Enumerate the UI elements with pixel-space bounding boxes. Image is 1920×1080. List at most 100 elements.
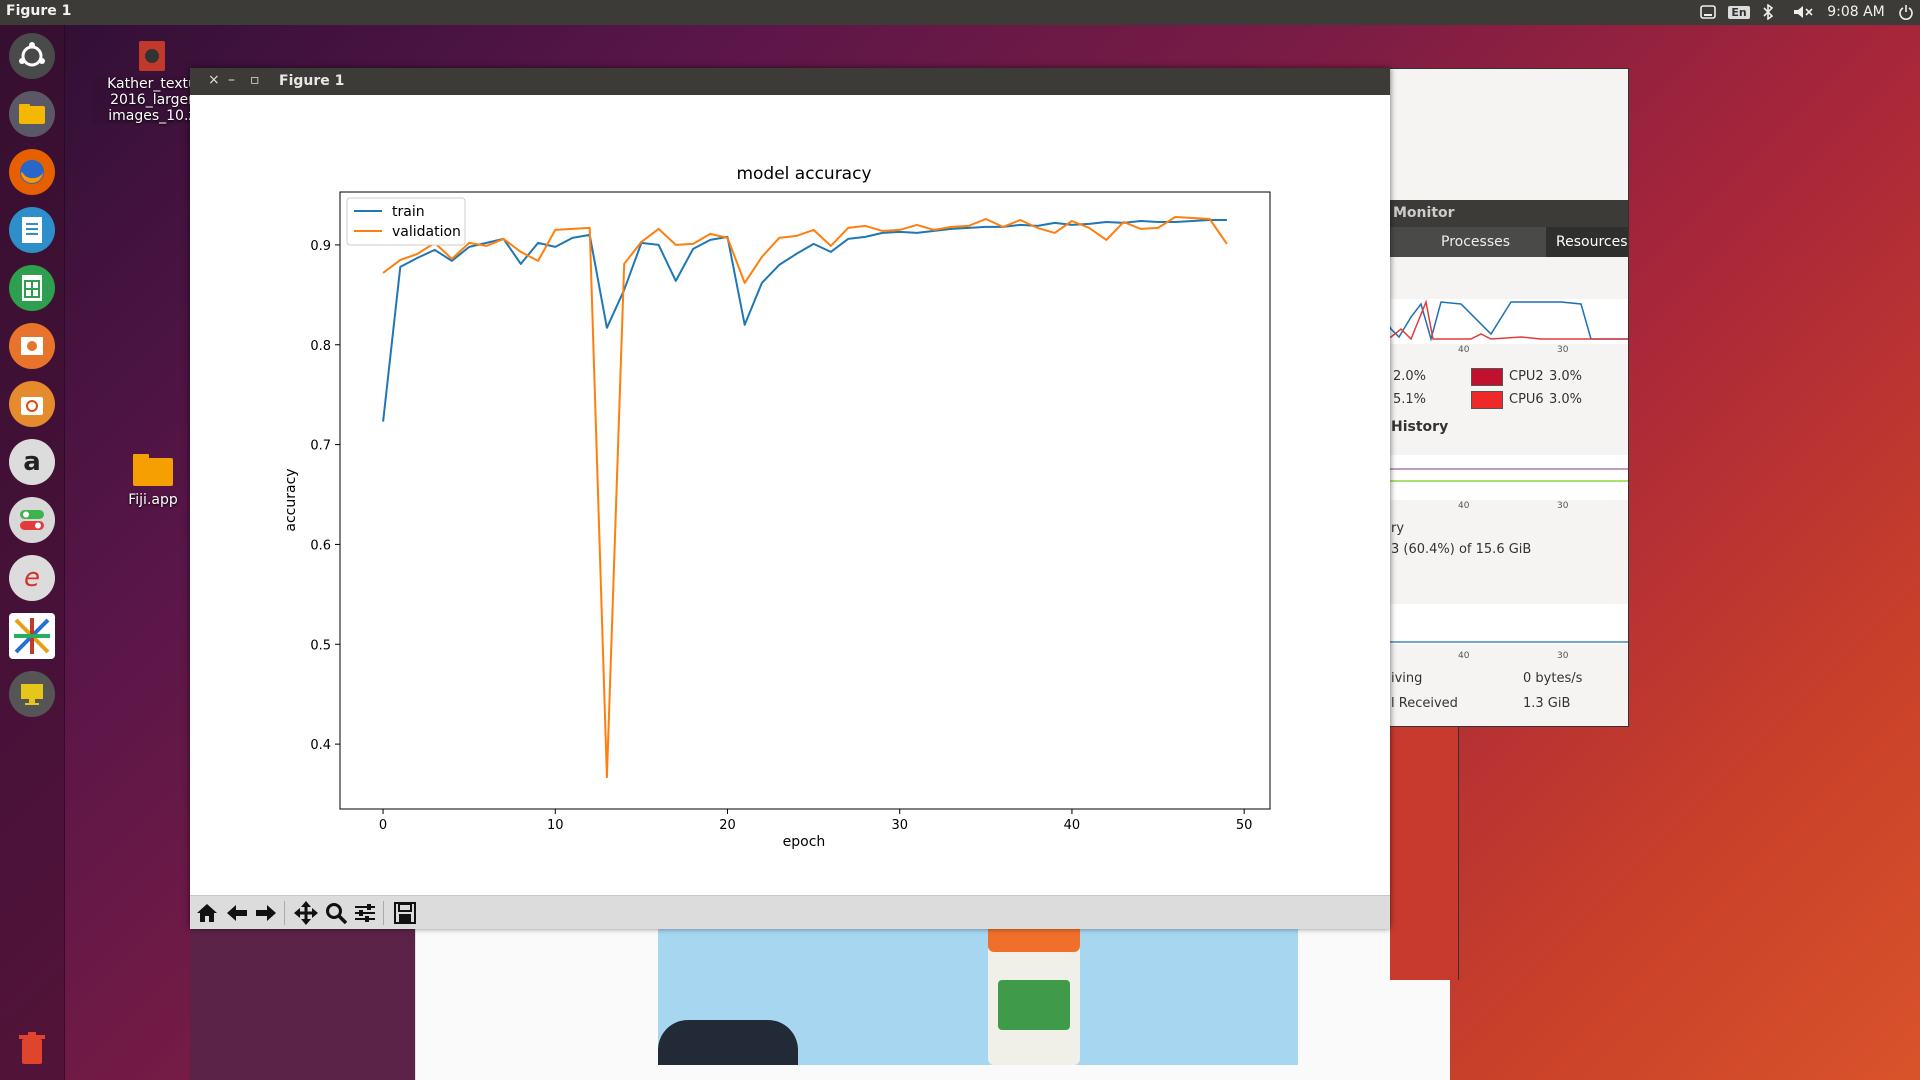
network-received-total: 1.3 GiB [1523,696,1571,711]
move-icon [294,901,318,925]
desktop-fiji-folder[interactable]: Fiji.app [118,452,188,508]
configure-subplots-button[interactable] [352,900,378,926]
system-monitor-tabs: Processes Resources [1371,227,1628,257]
cpu-usage-value: 2.0% [1393,369,1427,384]
forward-button[interactable] [253,900,279,926]
axis-tick: 40 [1458,345,1470,355]
floppy-disk-icon [394,902,416,924]
magnifier-icon [326,903,347,924]
zoom-button[interactable] [323,900,349,926]
chart-title: model accuracy [736,164,871,184]
save-button[interactable] [392,900,418,926]
history-section-label: History [1391,419,1449,435]
cpu-color-swatch[interactable] [1471,391,1503,409]
pan-button[interactable] [293,900,319,926]
x-tick-label: 20 [719,818,736,833]
memory-history-graph [1371,455,1628,500]
maximize-button[interactable]: ▫ [250,72,260,88]
y-tick-label: 0.6 [310,538,331,553]
axis-tick: 40 [1458,651,1470,661]
cpu-legend-value: 3.0% [1549,369,1583,384]
arrow-right-icon [256,905,276,921]
memory-label: ry [1391,521,1405,536]
files-icon[interactable] [9,91,55,137]
top-panel: Figure 1 En 9:08 AM [0,0,1920,25]
y-tick-label: 0.8 [310,339,331,354]
cpu-history-graph [1371,299,1628,344]
x-axis-ticks: 0 10 20 30 40 50 [379,809,1253,833]
background-window-strip [190,920,415,1080]
calc-icon[interactable] [9,265,55,311]
y-tick-label: 0.5 [310,638,331,653]
axis-tick: 30 [1557,651,1569,661]
y-tick-label: 0.4 [310,738,331,753]
minimize-button[interactable]: – [228,72,235,88]
desktop-icon-label: Fiji.app [128,492,178,508]
impress-icon[interactable] [9,323,55,369]
axis-tick: 30 [1557,501,1569,511]
signature-app-icon[interactable]: e [9,555,55,601]
figure-window[interactable]: × – ▫ Figure 1 model accuracy 0 10 20 30 40 5… [190,68,1390,929]
figure-titlebar[interactable]: × – ▫ Figure 1 [190,68,1390,95]
x-tick-label: 40 [1064,818,1081,833]
accuracy-chart[interactable]: model accuracy 0 10 20 30 40 50 0.40.50.60.70… [190,95,1390,895]
power-icon[interactable] [1896,2,1916,22]
network-receiving-value: 0 bytes/s [1523,671,1583,686]
writer-icon[interactable] [9,207,55,253]
keyboard-indicator-icon[interactable] [1698,2,1718,22]
y-axis-label: accuracy [283,468,299,531]
legend-label-validation: validation [392,224,461,240]
system-monitor-titlebar[interactable]: Monitor [1371,200,1628,227]
y-tick-label: 0.7 [310,439,331,454]
y-tick-label: 0.9 [310,239,331,254]
system-monitor-window[interactable]: Monitor Processes Resources 40 30 2.0% 5… [1370,68,1629,727]
trash-icon[interactable] [9,1025,55,1071]
toolbar-separator [383,901,384,925]
plot-area [339,191,1271,810]
cpu-usage-value: 5.1% [1393,392,1427,407]
folder-icon [133,454,173,486]
photo-preview [658,920,1298,1065]
back-button[interactable] [224,900,250,926]
x-tick-label: 0 [379,818,387,833]
tab-resources[interactable]: Resources [1546,227,1628,257]
archive-icon [139,41,165,71]
x-tick-label: 30 [891,818,908,833]
tab-processes[interactable]: Processes [1441,234,1510,250]
close-button[interactable]: × [208,72,220,88]
bluetooth-icon[interactable] [1760,2,1776,22]
x-tick-label: 10 [547,818,564,833]
network-label: l Received [1391,696,1458,711]
cpu-legend-name: CPU2 [1509,369,1544,384]
remote-desktop-icon[interactable] [9,671,55,717]
x-tick-label: 50 [1236,818,1253,833]
ubuntu-logo-icon[interactable] [9,33,55,79]
legend: train validation [346,197,466,246]
system-monitor-title: Monitor [1393,205,1455,221]
memory-usage-value: 3 (60.4%) of 15.6 GiB [1391,542,1532,557]
clock[interactable]: 9:08 AM [1826,2,1886,22]
toolbar-separator [284,901,285,925]
amazon-icon[interactable]: a [9,439,55,485]
settings-icon[interactable] [9,497,55,543]
keyboard-layout-indicator[interactable]: En [1728,2,1750,22]
figure-window-title: Figure 1 [279,73,345,89]
network-history-graph [1371,604,1628,644]
launcher: a e [0,25,65,1080]
y-axis-ticks: 0.4 0.5 0.6 0.7 0.8 0.9 [310,239,340,753]
firefox-icon[interactable] [9,149,55,195]
cpu-legend-value: 3.0% [1549,392,1583,407]
software-center-icon[interactable] [9,381,55,427]
network-label: iving [1391,671,1423,686]
active-window-title: Figure 1 [6,3,72,19]
volume-muted-icon[interactable] [1792,2,1816,22]
fiji-icon[interactable] [9,613,55,659]
home-button[interactable] [194,900,220,926]
legend-label-train: train [392,204,425,220]
home-icon [197,904,217,922]
cpu-color-swatch[interactable] [1471,368,1503,386]
cpu-legend-name: CPU6 [1509,392,1544,407]
axis-tick: 30 [1557,345,1569,355]
sliders-icon [355,904,375,922]
arrow-left-icon [227,905,247,921]
